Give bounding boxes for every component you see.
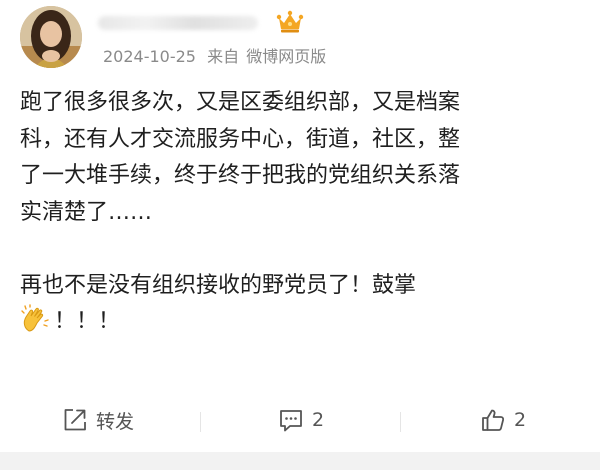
post-source-prefix: 来自 — [207, 47, 240, 66]
content-line-with-emoji: ！！！ — [20, 304, 590, 341]
thumbs-up-icon — [482, 409, 505, 431]
crown-icon — [276, 10, 304, 34]
avatar-photo-icon — [20, 6, 82, 68]
post-separator — [0, 452, 600, 470]
post-meta: 2024-10-25 来自 微博网页版 — [103, 43, 326, 67]
username[interactable] — [98, 12, 273, 34]
like-button[interactable]: 2 — [480, 400, 526, 440]
content-line: 再也不是没有组织接收的野党员了！鼓掌 — [20, 272, 417, 298]
content-line: 科，还有人才交流服务中心，街道，社区，整 — [20, 126, 461, 152]
action-divider — [400, 412, 401, 432]
weibo-post: 2024-10-25 来自 微博网页版 跑了很多很多次，又是区委组织部，又是档案… — [0, 0, 600, 470]
content-line: 了一大堆手续，终于终于把我的党组织关系落 — [20, 163, 461, 188]
post-content: 跑了很多很多次，又是区委组织部，又是档案 科，还有人才交流服务中心，街道，社区，… — [20, 85, 590, 341]
repost-button[interactable]: 转发 — [62, 400, 134, 440]
comment-icon — [280, 410, 302, 432]
repost-label: 转发 — [96, 410, 135, 433]
content-line-text: ！！！ — [54, 309, 121, 334]
action-bar: 转发 2 2 — [0, 400, 600, 440]
avatar[interactable] — [20, 6, 82, 68]
like-count: 2 — [514, 409, 527, 431]
comment-button[interactable]: 2 — [278, 400, 324, 440]
post-date: 2024-10-25 — [103, 47, 196, 66]
action-divider — [200, 412, 201, 432]
post-source[interactable]: 微博网页版 — [246, 47, 326, 66]
repost-icon — [64, 409, 86, 431]
username-redacted — [98, 16, 258, 30]
content-line: 跑了很多很多次，又是区委组织部，又是档案 — [20, 90, 461, 115]
content-line: 实清楚了…… — [20, 199, 153, 225]
comment-count: 2 — [312, 409, 325, 431]
clap-emoji-icon — [20, 304, 50, 334]
